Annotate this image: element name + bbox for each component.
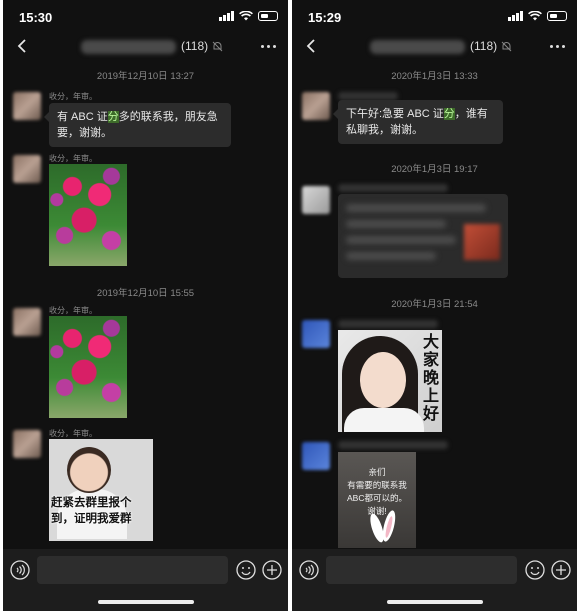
image-message[interactable]: 亲们 有需要的联系我 ABC都可以的。 谢谢! xyxy=(338,452,416,548)
back-icon[interactable] xyxy=(302,36,322,56)
wifi-icon xyxy=(239,11,253,21)
link-card-redacted[interactable] xyxy=(338,194,508,278)
avatar[interactable] xyxy=(302,442,330,470)
girl-shirt xyxy=(344,408,424,432)
voice-icon[interactable] xyxy=(10,560,30,580)
chat-screen-right: 15:29 (118) 2020年1月3日 13:33 下午好:急要 ABC 证… xyxy=(292,0,577,611)
avatar[interactable] xyxy=(13,308,41,336)
timestamp: 2019年12月10日 15:55 xyxy=(96,288,195,299)
input-bar xyxy=(292,549,577,611)
status-icons xyxy=(508,11,567,21)
status-bar: 15:29 xyxy=(292,0,577,30)
image-message[interactable]: 赶紧去群里报个到，证明我爱群 xyxy=(49,439,153,541)
member-count: (118) xyxy=(470,39,498,53)
signal-icon xyxy=(219,11,234,21)
plus-icon[interactable] xyxy=(551,560,571,580)
image-caption: 赶紧去群里报个到，证明我爱群 xyxy=(51,497,132,525)
home-indicator xyxy=(386,600,483,604)
avatar[interactable] xyxy=(302,320,330,348)
message-text: 有 ABC 证 xyxy=(57,111,108,123)
bunny-ears-icon xyxy=(370,510,396,543)
more-icon[interactable] xyxy=(550,45,565,48)
card-thumbnail xyxy=(464,224,500,260)
image-message[interactable]: 大家晚上好 xyxy=(338,330,442,432)
image-caption: 大家晚上好 xyxy=(422,334,439,423)
mute-icon xyxy=(212,41,223,52)
timestamp: 2020年1月3日 13:33 xyxy=(391,71,478,82)
chat-name-redacted xyxy=(81,40,176,54)
message-bubble[interactable]: 有 ABC 证分多的联系我，朋友急要，谢谢。 xyxy=(44,103,231,147)
girl-face xyxy=(360,352,406,408)
status-time: 15:29 xyxy=(308,10,342,25)
mute-icon xyxy=(501,41,512,52)
avatar[interactable] xyxy=(13,430,41,458)
sender-name-redacted xyxy=(338,184,448,192)
baby-head xyxy=(67,447,111,493)
avatar[interactable] xyxy=(13,92,41,120)
input-bar xyxy=(3,549,288,611)
avatar[interactable] xyxy=(302,186,330,214)
timestamp: 2019年12月10日 13:27 xyxy=(96,71,195,82)
chat-screen-left: 15:30 (118) 2019年12月10日 13:27 收分，年审。 有 A… xyxy=(3,0,288,611)
timestamp: 2020年1月3日 19:17 xyxy=(391,164,478,175)
back-icon[interactable] xyxy=(13,36,33,56)
home-indicator xyxy=(97,600,194,604)
sender-name-redacted xyxy=(338,320,438,328)
chat-header: (118) xyxy=(3,32,288,62)
chat-header: (118) xyxy=(292,32,577,62)
more-icon[interactable] xyxy=(261,45,276,48)
timestamp: 2020年1月3日 21:54 xyxy=(391,299,478,310)
message-input[interactable] xyxy=(37,556,228,584)
message-bubble[interactable]: 下午好:急要 ABC 证分，谁有私聊我，谢谢。 xyxy=(333,100,503,144)
voice-icon[interactable] xyxy=(299,560,319,580)
signal-icon xyxy=(508,11,523,21)
image-message[interactable] xyxy=(49,164,127,266)
battery-icon xyxy=(547,11,567,21)
message-text-highlight: 分 xyxy=(107,111,119,123)
sender-name-redacted xyxy=(338,441,448,449)
redacted-line xyxy=(346,220,446,228)
message-text-highlight: 分 xyxy=(443,108,455,120)
emoji-icon[interactable] xyxy=(525,560,545,580)
redacted-line xyxy=(346,236,456,244)
image-message[interactable] xyxy=(49,316,127,418)
wifi-icon xyxy=(528,11,542,21)
sender-name-redacted xyxy=(338,92,398,100)
chat-name-redacted xyxy=(370,40,465,54)
battery-icon xyxy=(258,11,278,21)
message-text: 下午好:急要 ABC 证 xyxy=(346,108,444,120)
status-bar: 15:30 xyxy=(3,0,288,30)
sender-name: 收分，年审。 xyxy=(49,92,97,101)
sender-name: 收分，年审。 xyxy=(49,154,97,163)
plus-icon[interactable] xyxy=(262,560,282,580)
redacted-line xyxy=(346,252,436,260)
member-count: (118) xyxy=(181,39,209,53)
sender-name: 收分，年审。 xyxy=(49,306,97,315)
avatar[interactable] xyxy=(302,92,330,120)
caption-line: 亲们 xyxy=(368,467,386,477)
sender-name: 收分，年审。 xyxy=(49,429,97,438)
redacted-line xyxy=(346,204,486,212)
caption-line: 有需要的联系我 xyxy=(347,480,407,490)
emoji-icon[interactable] xyxy=(236,560,256,580)
status-icons xyxy=(219,11,278,21)
status-time: 15:30 xyxy=(19,10,53,25)
message-input[interactable] xyxy=(326,556,517,584)
avatar[interactable] xyxy=(13,155,41,183)
